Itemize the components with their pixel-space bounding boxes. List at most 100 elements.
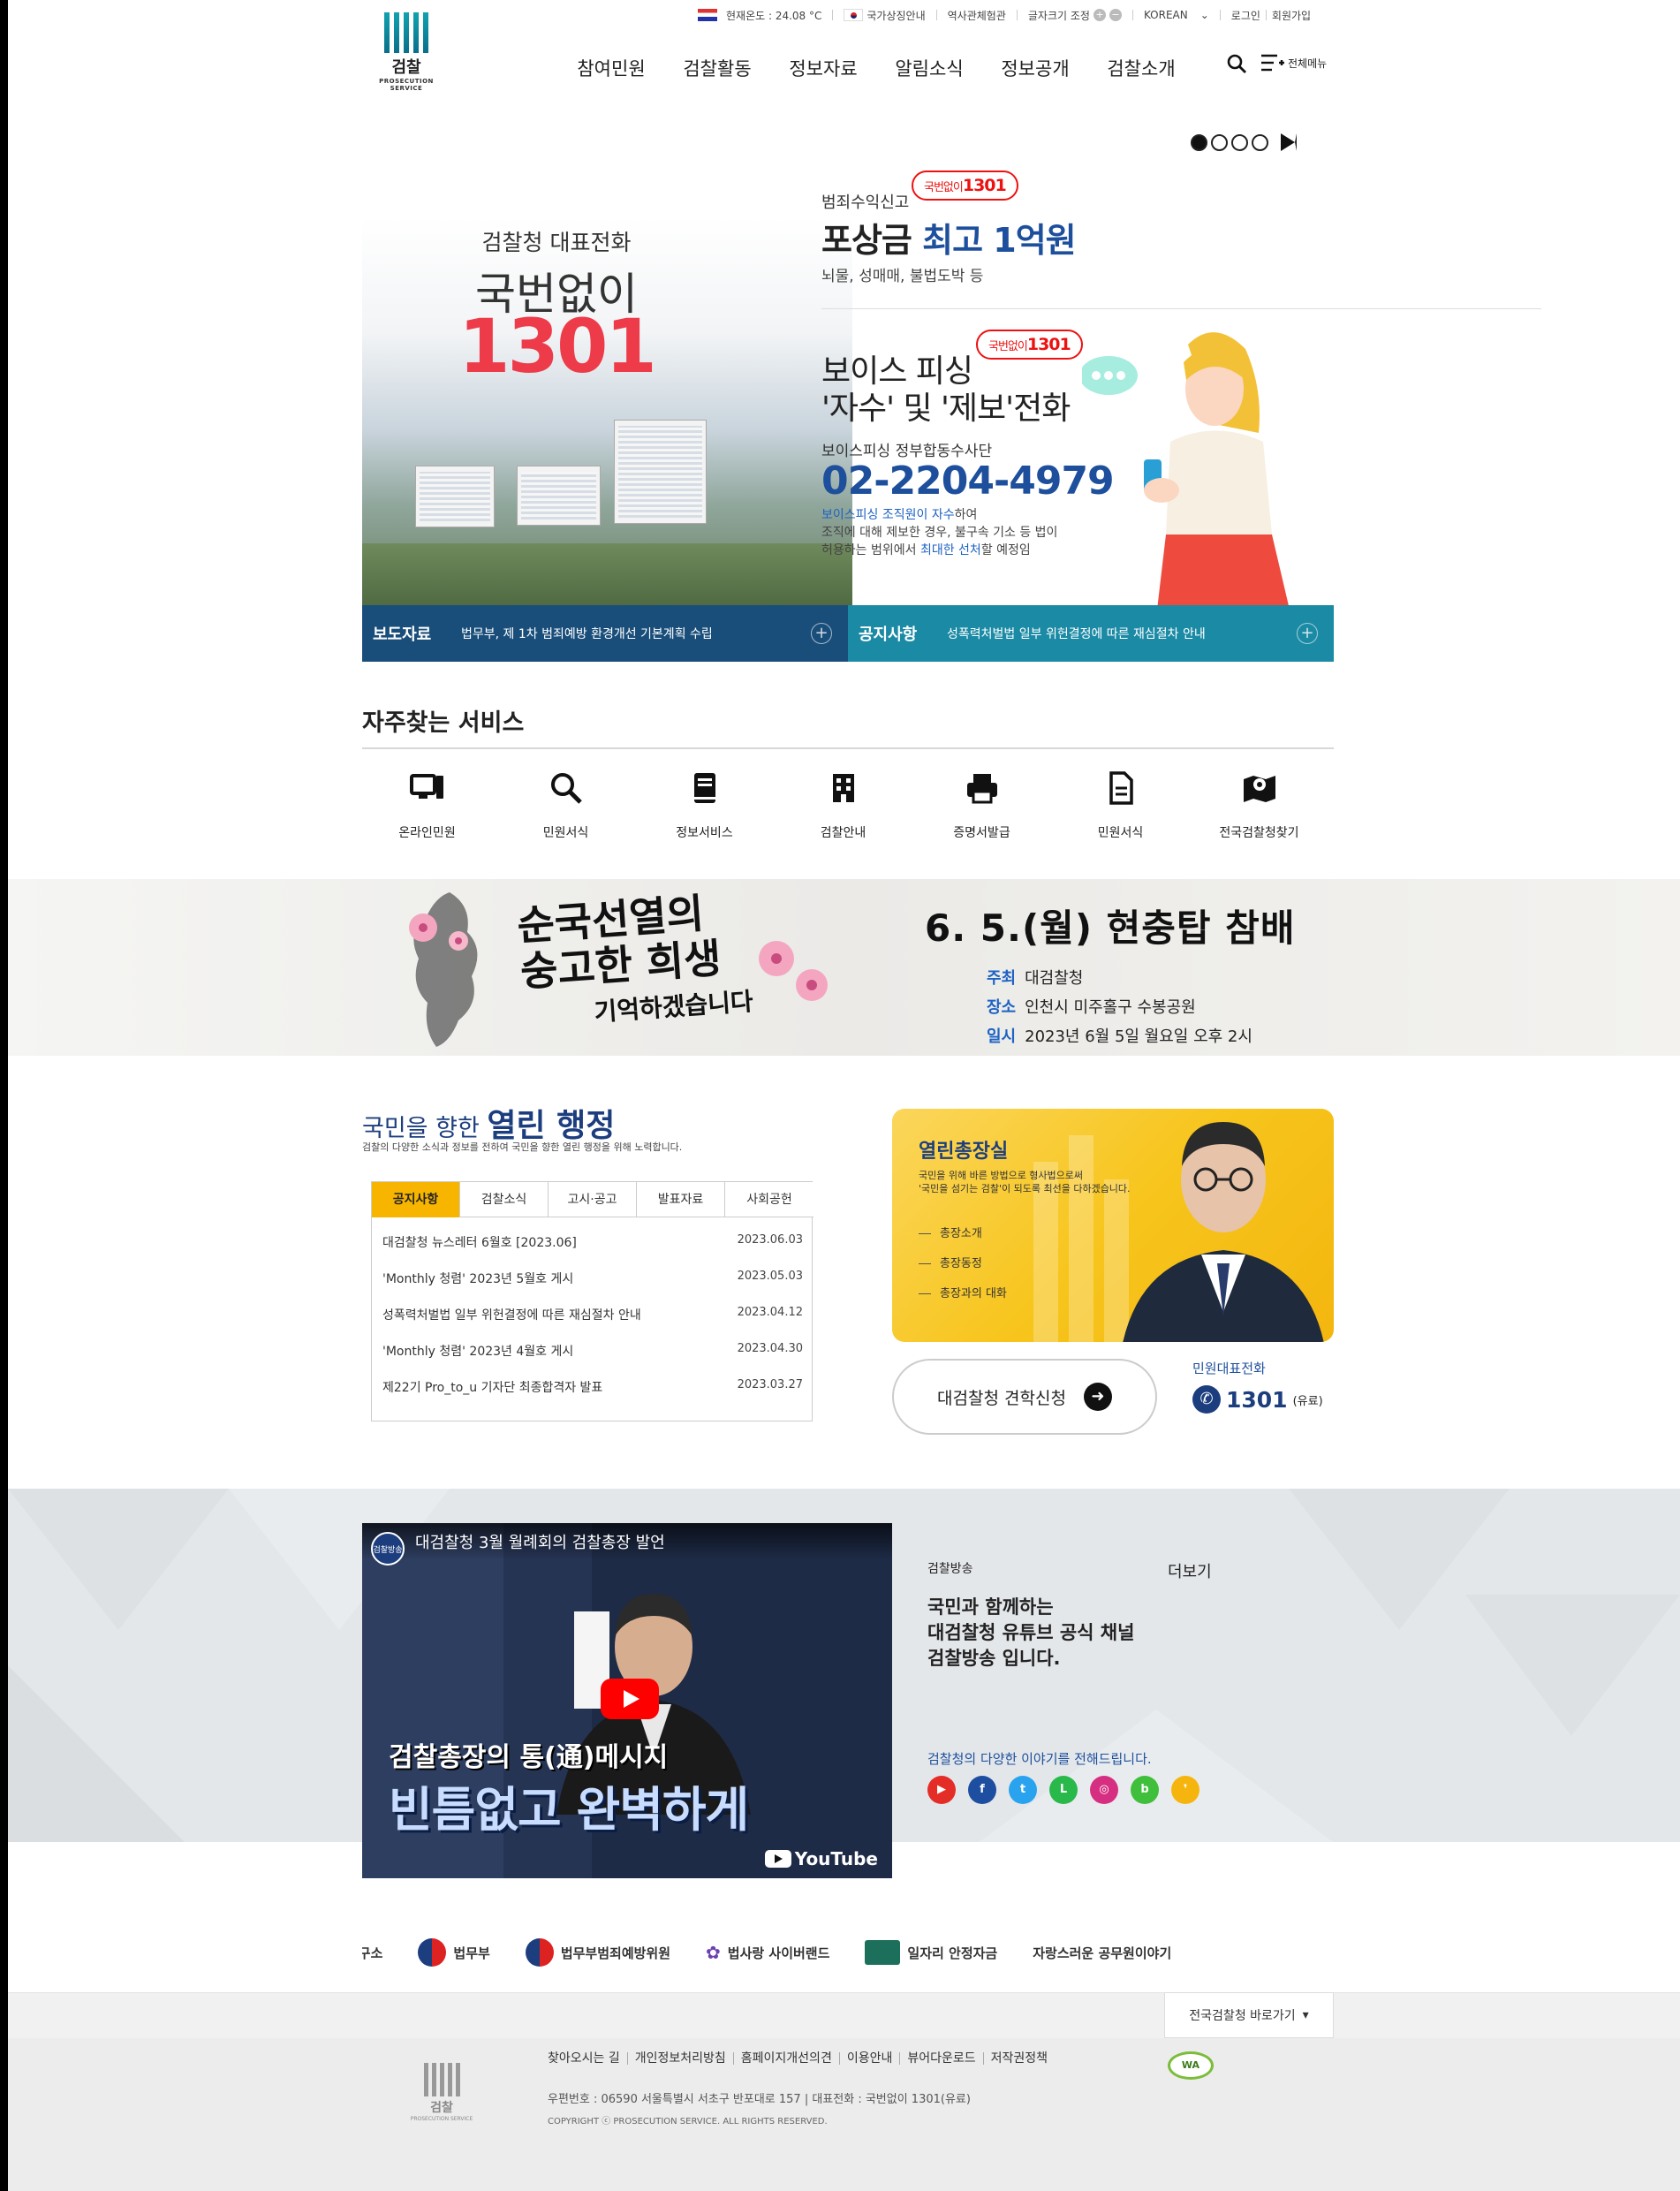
slide-dot[interactable] [1231,133,1248,151]
chevron-down-icon: ⌄ [1199,9,1209,21]
history-hall-link[interactable]: 역사관체험관 [948,8,1006,23]
office-shortcut-select[interactable]: 전국검찰청 바로가기 ▾ [1164,1992,1334,2038]
signup-link[interactable]: 회원가입 [1272,8,1311,23]
instagram-icon[interactable]: ◎ [1090,1776,1118,1804]
kakaostory-icon[interactable]: ❜ [1171,1776,1199,1804]
tab-social[interactable]: 사회공헌 [725,1182,814,1217]
phone-icon: ✆ [1192,1385,1221,1414]
tab-materials[interactable]: 발표자료 [637,1182,725,1217]
footer-link[interactable]: 찾아오시는 길 [548,2052,628,2065]
partner-logo[interactable]: ✿ 법사랑 사이버랜드 [706,1942,829,1963]
book-icon [693,773,715,803]
nav-item-info[interactable]: 정보자료 [770,55,876,81]
service-civil-forms-doc[interactable]: 민원서식 [1051,770,1190,841]
play-icon[interactable] [1281,133,1297,151]
tour-application-button[interactable]: 대검찰청 견학신청 ➜ [892,1359,1157,1435]
plus-icon[interactable]: + [1297,623,1318,644]
partner-logo[interactable]: 연구소 [362,1944,382,1962]
footer-logo: 검찰 PROSECUTION SERVICE [405,2063,479,2122]
reward-promo[interactable]: 범죄수익신고 포상금 최고 1억원 뇌물, 성매매, 불법도박 등 [821,190,1077,285]
zoom-in-button[interactable]: + [1093,9,1106,21]
site-logo[interactable]: 검찰 PROSECUTION SERVICE [364,12,449,92]
hero-slider: 검찰청 대표전화 국번없이 1301 범죄수익신고 포상금 최고 1억원 뇌물,… [362,128,1541,610]
memorial-banner[interactable]: 순국선열의 숭고한 희생 기억하겠습니다 6. 5.(월) 현충탑 참배 주최 대… [8,879,1680,1056]
hero-main-visual[interactable]: 검찰청 대표전화 국번없이 1301 [362,216,852,605]
zoom-out-button[interactable]: − [1109,9,1122,21]
twitter-icon[interactable]: t [1009,1776,1037,1804]
youtube-logo[interactable]: YouTube [764,1848,878,1869]
more-link[interactable]: 더보기 [1168,1559,1212,1582]
press-release-bar[interactable]: 보도자료 법무부, 제 1차 범죄예방 환경개선 기본계획 수립 + [362,605,848,662]
document-icon [1109,771,1133,805]
language-select[interactable]: KOREAN ⌄ [1144,9,1209,21]
chevron-down-icon: ▾ [1302,2008,1309,2022]
national-symbol-link[interactable]: 국가상징안내 [866,8,925,23]
service-online-civil[interactable]: 온라인민원 [358,770,496,841]
nav-item-news[interactable]: 알림소식 [876,55,982,81]
search-icon [550,773,582,804]
tab-announcement[interactable]: 고시·공고 [549,1182,637,1217]
partner-logos: 연구소 법무부 법무부범죄예방위원 ✿법사랑 사이버랜드 일자리 안정자금 자랑… [362,1930,1334,1975]
tab-notice[interactable]: 공지사항 [372,1182,460,1217]
partner-logo[interactable]: 법무부 [418,1938,490,1967]
nav-item-civil[interactable]: 참여민원 [558,55,664,81]
service-guide[interactable]: 검찰안내 [774,770,912,841]
printer-icon [966,774,997,804]
arrow-right-icon: ➜ [1083,1383,1112,1411]
voice-phishing-promo[interactable]: 보이스 피싱 '자수' 및 '제보'전화 보이스피싱 정부합동수사단 02-22… [821,353,1115,559]
partner-logo[interactable]: 자랑스러운 공무원이야기 [1033,1944,1171,1962]
building-image [614,420,707,524]
list-item[interactable]: 대검찰청 뉴스레터 6월호 [2023.06] 2023.06.03 [382,1233,803,1270]
job-fund-icon [865,1940,901,1965]
band-icon[interactable]: b [1131,1776,1159,1804]
all-menu-button[interactable]: 전체메뉴 [1261,53,1327,72]
notice-bar[interactable]: 공지사항 성폭력처벌법 일부 위헌결정에 따른 재심절차 안내 + [848,605,1334,662]
menu-plus-icon [1261,54,1284,72]
facebook-icon[interactable]: f [968,1776,996,1804]
chief-office-card[interactable]: 열린총장실 국민을 위해 바른 방법으로 형사법으로써 '국민을 섬기는 검찰'이… [892,1109,1334,1342]
play-icon[interactable] [601,1679,659,1719]
search-icon[interactable] [1226,53,1249,76]
weather-icon [698,9,717,21]
service-civil-forms[interactable]: 민원서식 [496,770,635,841]
civil-phone: ✆ 1301 (유료) [1192,1385,1323,1414]
nav-item-disclosure[interactable]: 정보공개 [982,55,1088,81]
flower-icon [759,941,828,1001]
footer-link[interactable]: 홈페이지개선의견 [734,2052,840,2065]
partner-logo[interactable]: 일자리 안정자금 [865,1940,997,1965]
nav-item-about[interactable]: 검찰소개 [1088,55,1194,81]
footer-link[interactable]: 뷰어다운로드 [900,2052,984,2065]
nav-item-activity[interactable]: 검찰활동 [664,55,770,81]
list-item[interactable]: 제22기 Pro_to_u 기자단 최종합격자 발표 2023.03.27 [382,1378,803,1414]
partner-logo[interactable]: 법무부범죄예방위원 [525,1938,670,1967]
login-link[interactable]: 로그인 [1231,8,1260,23]
youtube-icon[interactable]: ▶ [927,1776,956,1804]
notice-list: 대검찰청 뉴스레터 6월호 [2023.06] 2023.06.03 'Month… [382,1233,803,1414]
slide-dot[interactable] [1211,133,1228,151]
line-icon[interactable]: L [1049,1776,1078,1804]
web-accessibility-mark[interactable]: WA [1168,2051,1214,2080]
service-find-office[interactable]: 전국검찰청찾기 [1190,770,1328,841]
service-certificate[interactable]: 증명서발급 [912,770,1051,841]
board-tabs: 공지사항 검찰소식 고시·공고 발표자료 사회공헌 [372,1182,814,1217]
footer-link[interactable]: 이용안내 [840,2052,901,2065]
chief-talk-link[interactable]: 총장과의 대화 [919,1284,1007,1300]
list-item[interactable]: 'Monthly 청렴' 2023년 4월호 게시 2023.04.30 [382,1342,803,1378]
map-icon [1243,776,1275,802]
channel-avatar[interactable]: 검찰방송 [371,1532,405,1566]
chief-portrait [1123,1122,1324,1342]
slide-dot[interactable] [1252,133,1268,151]
list-item[interactable]: 성폭력처벌법 일부 위헌결정에 따른 재심절차 안내 2023.04.12 [382,1306,803,1342]
footer-link[interactable]: 저작권정책 [984,2052,1055,2065]
footer-link[interactable]: 개인정보처리방침 [628,2052,734,2065]
utility-bar: 현재온도 : 24.08 °C 국가상징안내 역사관체험관 글자크기 조정 + … [698,5,1311,25]
chief-news-link[interactable]: 총장동정 [919,1254,982,1270]
tab-news[interactable]: 검찰소식 [460,1182,549,1217]
list-item[interactable]: 'Monthly 청렴' 2023년 5월호 게시 2023.05.03 [382,1270,803,1306]
footer-links: 찾아오시는 길 개인정보처리방침 홈페이지개선의견 이용안내 뷰어다운로드 저작… [548,2052,1055,2065]
youtube-video-player[interactable]: 대검찰청 3월 월례회의 검찰총장 발언 검찰방송 검찰총장의 통(通)메시지 … [362,1523,892,1878]
slide-dot[interactable] [1191,133,1207,151]
chief-intro-link[interactable]: 총장소개 [919,1224,982,1240]
plus-icon[interactable]: + [811,623,832,644]
service-info[interactable]: 정보서비스 [635,770,774,841]
